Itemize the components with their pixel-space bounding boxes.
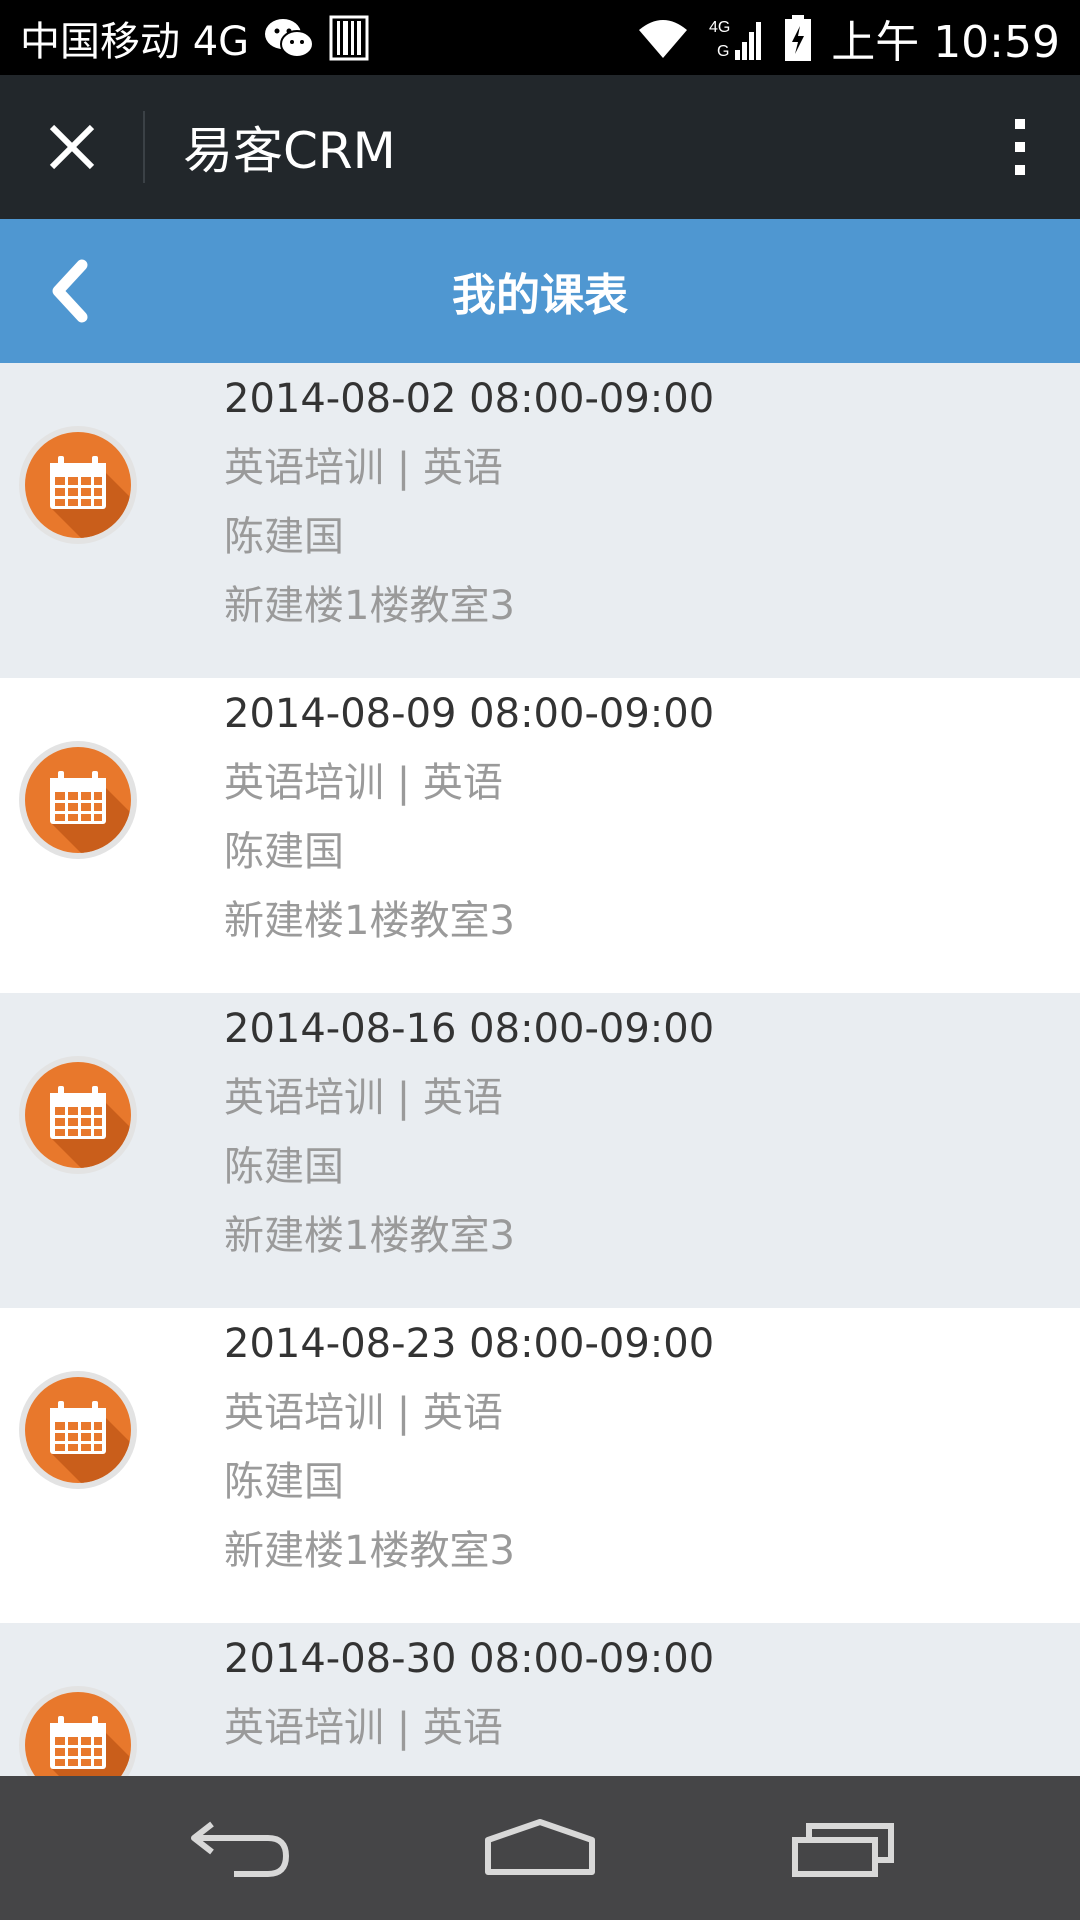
page-title: 我的课表 [452,270,628,321]
wifi-icon [635,16,691,60]
schedule-teacher: 陈建国 [224,514,344,560]
calendar-icon [18,1685,138,1776]
schedule-course: 英语培训 | 英语 [224,1075,503,1121]
schedule-course: 英语培训 | 英语 [224,445,503,491]
more-button[interactable] [990,107,1050,187]
schedule-item[interactable]: 2014-08-16 08:00-09:00 英语培训 | 英语 陈建国 新建楼… [0,993,1080,1308]
back-button[interactable] [30,251,110,331]
schedule-list: 2014-08-02 08:00-09:00 英语培训 | 英语 陈建国 新建楼… [0,363,1080,1776]
wechat-icon [263,16,315,60]
schedule-course: 英语培训 | 英语 [224,1390,503,1436]
schedule-location: 新建楼1楼教室3 [224,1528,515,1574]
back-icon [191,1821,290,1877]
svg-text:4G: 4G [709,19,730,36]
schedule-location: 新建楼1楼教室3 [224,898,515,944]
calendar-icon [18,1370,138,1490]
nav-back-button[interactable] [170,1808,310,1888]
schedule-datetime: 2014-08-02 08:00-09:00 [224,376,715,422]
close-icon [49,124,95,170]
schedule-item-text: 2014-08-02 08:00-09:00 英语培训 | 英语 陈建国 新建楼… [224,365,1044,641]
schedule-item-text: 2014-08-16 08:00-09:00 英语培训 | 英语 陈建国 新建楼… [224,995,1044,1271]
svg-text:G: G [717,43,729,60]
close-button[interactable] [28,107,116,187]
nav-bar [0,1776,1080,1920]
battery-icon [783,14,813,62]
schedule-item-text: 2014-08-09 08:00-09:00 英语培训 | 英语 陈建国 新建楼… [224,680,1044,956]
schedule-datetime: 2014-08-30 08:00-09:00 [224,1636,715,1682]
schedule-item-text: 2014-08-23 08:00-09:00 英语培训 | 英语 陈建国 新建楼… [224,1310,1044,1586]
schedule-location: 新建楼1楼教室3 [224,1213,515,1259]
schedule-location: 新建楼1楼教室3 [224,583,515,629]
status-left: 中国移动 4G [20,0,369,75]
nav-recent-button[interactable] [773,1808,913,1888]
calendar-icon [18,425,138,545]
chevron-left-icon [52,259,88,323]
schedule-datetime: 2014-08-16 08:00-09:00 [224,1006,715,1052]
schedule-item[interactable]: 2014-08-09 08:00-09:00 英语培训 | 英语 陈建国 新建楼… [0,678,1080,993]
home-icon [485,1819,595,1875]
schedule-item[interactable]: 2014-08-23 08:00-09:00 英语培训 | 英语 陈建国 新建楼… [0,1308,1080,1623]
schedule-item-text: 2014-08-30 08:00-09:00 英语培训 | 英语 陈建国 新建楼… [224,1625,1044,1776]
schedule-datetime: 2014-08-23 08:00-09:00 [224,1321,715,1367]
recent-apps-icon [792,1823,894,1877]
schedule-teacher: 陈建国 [224,1763,1044,1776]
schedule-teacher: 陈建国 [224,1459,344,1505]
nav-home-button[interactable] [470,1808,610,1888]
page-header: 我的课表 [0,219,1080,363]
schedule-teacher: 陈建国 [224,829,344,875]
carrier-label: 中国移动 4G [20,18,250,65]
app-title: 易客CRM [183,122,396,180]
schedule-item[interactable]: 2014-08-30 08:00-09:00 英语培训 | 英语 陈建国 新建楼… [0,1623,1080,1776]
barcode-icon [329,15,369,61]
signal-icon: 4G G [709,14,765,62]
clock-label: 上午 10:59 [831,16,1060,68]
calendar-icon [18,740,138,860]
status-bar: 中国移动 4G 4G G 上午 10:59 [0,0,1080,75]
status-right: 4G G 上午 10:59 [635,0,1060,75]
schedule-course: 英语培训 | 英语 [224,1705,503,1751]
schedule-course: 英语培训 | 英语 [224,760,503,806]
app-bar-divider [143,111,145,183]
more-vertical-icon [1015,119,1025,175]
schedule-datetime: 2014-08-09 08:00-09:00 [224,691,715,737]
calendar-icon [18,1055,138,1175]
schedule-teacher: 陈建国 [224,1144,344,1190]
app-bar: 易客CRM [0,75,1080,219]
schedule-item[interactable]: 2014-08-02 08:00-09:00 英语培训 | 英语 陈建国 新建楼… [0,363,1080,678]
